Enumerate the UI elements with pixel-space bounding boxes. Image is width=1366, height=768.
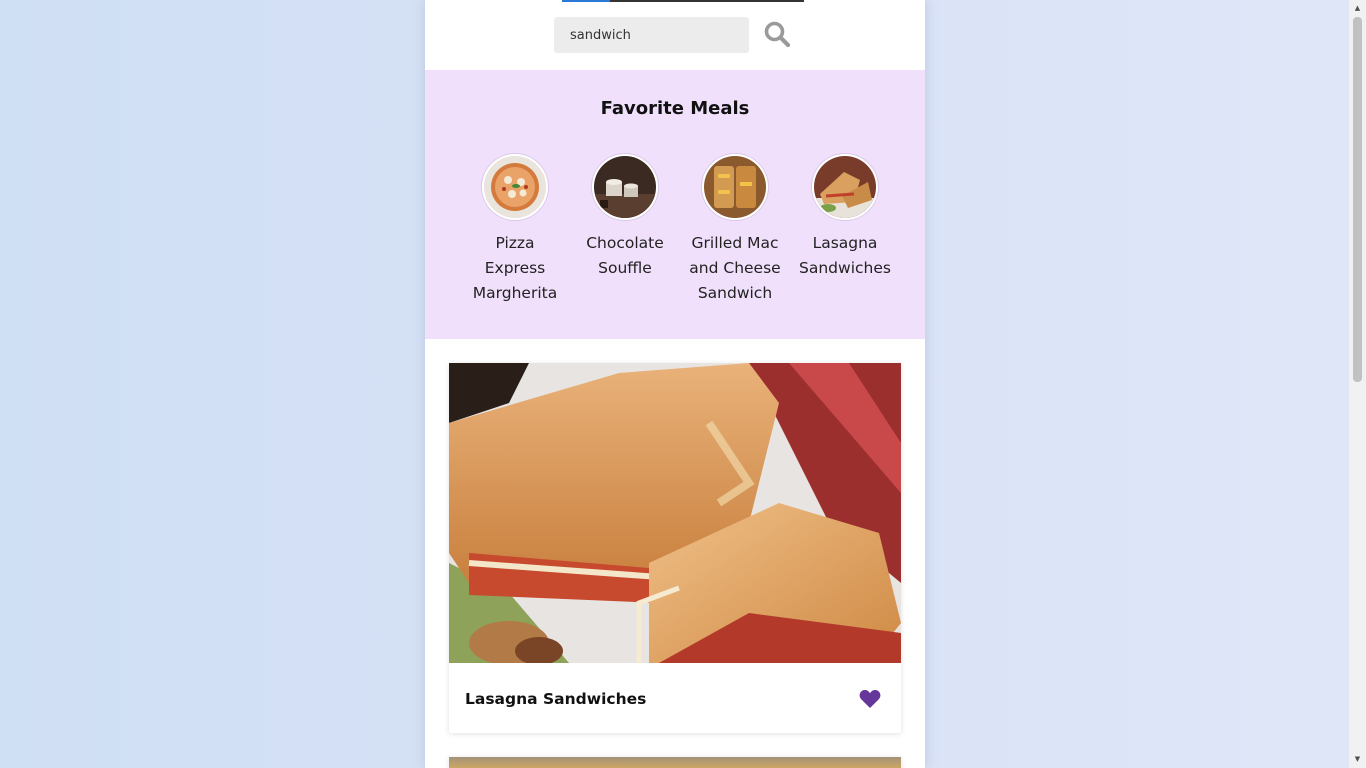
tab-indicator-bar [562,0,804,2]
favorite-item-pizza-express-margherita[interactable]: Pizza Express Margherita [465,154,565,306]
favorite-item-label: Grilled Mac and Cheese Sandwich [689,234,781,302]
favorite-item-chocolate-souffle[interactable]: Chocolate Souffle [575,154,675,281]
favorite-item-label: Lasagna Sandwiches [799,234,891,277]
meal-finder-app: Favorite Meals [425,0,925,768]
search-input[interactable] [554,17,749,53]
favorite-thumbnail [482,154,548,220]
meal-card-footer: Lasagna Sandwiches [449,663,901,733]
meal-card[interactable]: Lasagna Sandwiches [449,363,901,733]
favorites-heading: Favorite Meals [600,98,750,119]
scroll-down-arrow-icon[interactable]: ▼ [1349,751,1366,768]
favorite-meals-section: Favorite Meals Pizza Express Margherita … [425,70,925,339]
favorite-item-label: Chocolate Souffle [586,234,664,277]
meal-title: Lasagna Sandwiches [465,690,647,708]
favorite-thumbnail [702,154,768,220]
favorite-item-grilled-mac-and-cheese-sandwich[interactable]: Grilled Mac and Cheese Sandwich [685,154,785,306]
search-icon [764,21,791,47]
search-bar [425,17,925,53]
favorite-item-label: Pizza Express Margherita [472,234,558,302]
heart-icon [859,689,881,708]
meal-card-partial[interactable] [449,757,901,768]
favorite-toggle-button[interactable] [859,689,881,709]
page-scrollbar[interactable]: ▲ ▼ [1349,0,1366,768]
search-button[interactable] [761,19,793,51]
favorite-thumbnail [592,154,658,220]
favorites-list: Pizza Express Margherita Chocolate Souff… [465,154,905,314]
scroll-up-arrow-icon[interactable]: ▲ [1349,0,1366,17]
meal-image [449,363,901,663]
tab-indicator-active [562,0,610,2]
favorite-item-lasagna-sandwiches[interactable]: Lasagna Sandwiches [795,154,895,281]
favorite-thumbnail [812,154,878,220]
scrollbar-thumb[interactable] [1353,17,1362,382]
